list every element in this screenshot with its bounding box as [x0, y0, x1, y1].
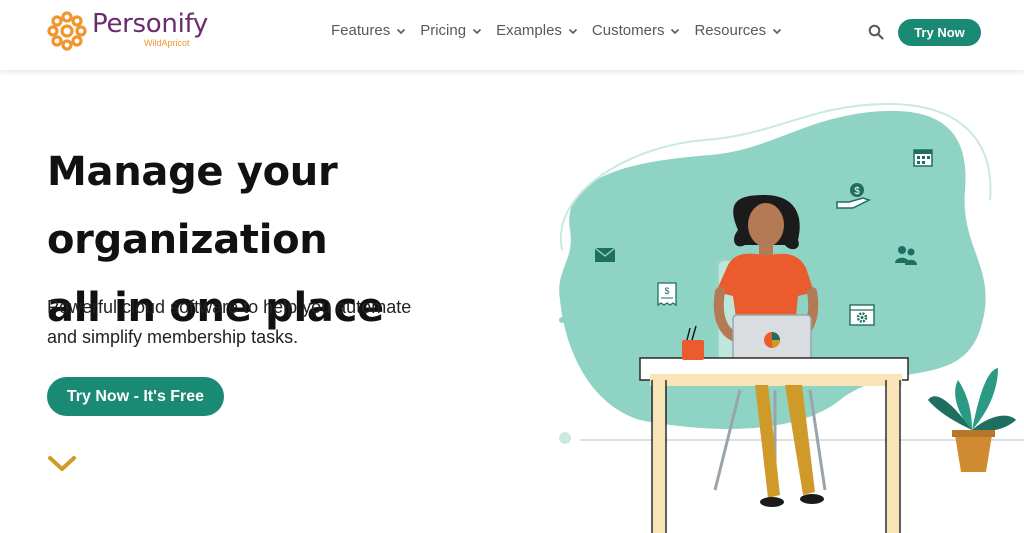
nav-item-label: Resources	[694, 22, 767, 39]
brand-name: Personify	[92, 9, 208, 39]
chevron-down-icon	[671, 28, 680, 34]
envelope-icon	[594, 247, 616, 262]
logo-flower-icon	[47, 11, 87, 51]
hero-subtitle: Powerful cloud software to help you auto…	[47, 292, 487, 352]
nav-item-label: Customers	[591, 22, 665, 39]
settings-window-icon	[849, 304, 875, 326]
plant-icon	[928, 368, 1016, 472]
hero-illustration: $ $	[559, 102, 1024, 533]
search-icon[interactable]	[868, 24, 884, 40]
logo-text: Personify WildApricot	[92, 10, 208, 48]
receipt-symbol: $	[664, 286, 669, 296]
nav-item-customers[interactable]: Customers	[592, 22, 681, 39]
chevron-down-icon[interactable]	[47, 455, 77, 473]
nav-item-label: Pricing	[420, 22, 467, 39]
chevron-down-icon	[568, 28, 577, 34]
dot	[559, 317, 565, 323]
person-face	[748, 203, 784, 247]
nav-item-label: Features	[331, 22, 391, 39]
chevron-down-icon	[472, 28, 482, 34]
nav-item-pricing[interactable]: Pricing	[420, 22, 482, 39]
try-now-button[interactable]: Try Now	[898, 19, 981, 46]
money-symbol: $	[854, 186, 860, 197]
brand-logo[interactable]: Personify WildApricot	[46, 10, 208, 52]
try-now-free-button[interactable]: Try Now - It's Free	[47, 377, 224, 416]
subtitle-line-2: and simplify membership tasks.	[47, 327, 299, 347]
receipt-icon: $	[657, 282, 677, 307]
subtitle-line-1: Powerful cloud software to help you auto…	[47, 297, 412, 317]
chevron-down-icon	[397, 28, 406, 34]
nav-item-examples[interactable]: Examples	[496, 22, 578, 39]
brand-sub: WildApricot	[144, 38, 190, 48]
nav-item-features[interactable]: Features	[331, 22, 406, 39]
dot	[559, 432, 571, 444]
nav-item-label: Examples	[496, 22, 562, 39]
calendar-icon	[913, 149, 933, 167]
site-header: Personify WildApricot Features Pricing E…	[0, 0, 1024, 70]
main-nav: Features Pricing Examples Customers Reso…	[331, 22, 796, 39]
nav-item-resources[interactable]: Resources	[694, 22, 782, 39]
chevron-down-icon	[773, 28, 782, 34]
